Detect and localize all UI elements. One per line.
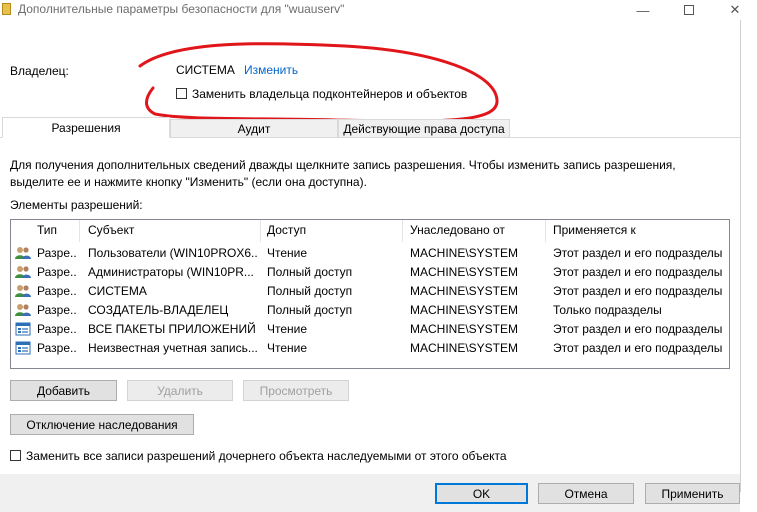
cell-subject: ВСЕ ПАКЕТЫ ПРИЛОЖЕНИЙ — [88, 322, 256, 336]
cell-applies: Этот раздел и его подразделы — [553, 265, 723, 279]
cell-applies: Только подразделы — [553, 303, 662, 317]
cell-applies: Этот раздел и его подразделы — [553, 341, 723, 355]
owner-value: СИСТЕМА — [176, 63, 235, 77]
cell-type: Разре... — [37, 265, 77, 279]
add-button[interactable]: Добавить — [10, 380, 117, 401]
column-header-inherited[interactable]: Унаследовано от — [410, 223, 505, 237]
cell-type: Разре... — [37, 341, 77, 355]
permission-entries-label: Элементы разрешений: — [10, 198, 143, 212]
table-row[interactable]: Разре... СОЗДАТЕЛЬ-ВЛАДЕЛЕЦ Полный доступ M… — [11, 301, 729, 320]
column-header-subject[interactable]: Субъект — [88, 223, 134, 237]
cell-inherited: MACHINE\SYSTEM — [410, 341, 519, 355]
minimize-button[interactable]: — — [620, 0, 666, 20]
cell-type: Разре... — [37, 246, 77, 260]
replace-owner-checkbox[interactable] — [176, 88, 187, 99]
cell-applies: Этот раздел и его подразделы — [553, 246, 723, 260]
cell-type: Разре... — [37, 284, 77, 298]
disable-inheritance-button[interactable]: Отключение наследования — [10, 414, 194, 435]
title-bar: Дополнительные параметры безопасности дл… — [0, 0, 757, 20]
cell-subject: Неизвестная учетная запись... — [88, 341, 258, 355]
replace-child-permissions-checkbox[interactable] — [10, 450, 21, 461]
cell-access: Чтение — [267, 246, 308, 260]
folder-icon — [2, 3, 11, 15]
cell-inherited: MACHINE\SYSTEM — [410, 246, 519, 260]
cell-inherited: MACHINE\SYSTEM — [410, 322, 519, 336]
cell-access: Чтение — [267, 322, 308, 336]
table-row[interactable]: Разре... Неизвестная учетная запись... Чте… — [11, 339, 729, 358]
tab-permissions[interactable]: Разрешения — [2, 117, 170, 138]
column-header-access[interactable]: Доступ — [267, 223, 306, 237]
column-separator[interactable] — [545, 220, 546, 242]
replace-owner-label[interactable]: Заменить владельца подконтейнеров и объе… — [192, 87, 467, 101]
column-separator[interactable] — [79, 220, 80, 242]
cell-access: Полный доступ — [267, 265, 353, 279]
table-row[interactable]: Разре... Администраторы (WIN10PR... Полный… — [11, 263, 729, 282]
app-package-icon — [15, 322, 31, 336]
cell-subject: Пользователи (WIN10PROX6... — [88, 246, 258, 260]
tab-audit[interactable]: Аудит — [170, 119, 338, 138]
maximize-icon — [684, 5, 694, 15]
cell-type: Разре... — [37, 322, 77, 336]
change-owner-link[interactable]: Изменить — [244, 63, 298, 77]
app-package-icon — [15, 341, 31, 355]
column-separator[interactable] — [260, 220, 261, 242]
view-button[interactable]: Просмотреть — [243, 380, 349, 401]
minimize-icon: — — [636, 2, 650, 18]
permission-entries-table[interactable]: Тип Субъект Доступ Унаследовано от Приме… — [10, 219, 730, 369]
replace-child-permissions-label[interactable]: Заменить все записи разрешений дочернего… — [26, 449, 507, 463]
column-header-applies[interactable]: Применяется к — [553, 223, 636, 237]
delete-button[interactable]: Удалить — [127, 380, 233, 401]
cancel-button[interactable]: Отмена — [538, 483, 634, 504]
table-row[interactable]: Разре... ВСЕ ПАКЕТЫ ПРИЛОЖЕНИЙ Чтение MACHI… — [11, 320, 729, 339]
cell-inherited: MACHINE\SYSTEM — [410, 284, 519, 298]
window-border — [740, 20, 741, 492]
window-title: Дополнительные параметры безопасности дл… — [18, 2, 345, 16]
cell-subject: СОЗДАТЕЛЬ-ВЛАДЕЛЕЦ — [88, 303, 229, 317]
users-icon — [15, 265, 31, 279]
apply-button[interactable]: Применить — [645, 483, 740, 504]
users-icon — [15, 303, 31, 317]
users-icon — [15, 246, 31, 260]
info-text: Для получения дополнительных сведений дв… — [10, 158, 676, 189]
cell-access: Чтение — [267, 341, 308, 355]
cell-subject: Администраторы (WIN10PR... — [88, 265, 254, 279]
column-separator[interactable] — [402, 220, 403, 242]
maximize-button[interactable] — [666, 0, 712, 20]
close-icon: ✕ — [729, 2, 741, 17]
cell-inherited: MACHINE\SYSTEM — [410, 303, 519, 317]
cell-inherited: MACHINE\SYSTEM — [410, 265, 519, 279]
owner-label: Владелец: — [10, 64, 69, 78]
table-header: Тип Субъект Доступ Унаследовано от Приме… — [11, 220, 729, 242]
close-button[interactable]: ✕ — [712, 0, 757, 20]
cell-subject: СИСТЕМА — [88, 284, 147, 298]
users-icon — [15, 284, 31, 298]
cell-access: Полный доступ — [267, 303, 353, 317]
cell-applies: Этот раздел и его подразделы — [553, 284, 723, 298]
table-row[interactable]: Разре... СИСТЕМА Полный доступ MACHINE\SYST… — [11, 282, 729, 301]
column-header-type[interactable]: Тип — [37, 223, 57, 237]
tab-effective-access[interactable]: Действующие права доступа — [338, 119, 510, 138]
ok-button[interactable]: OK — [435, 483, 528, 504]
cell-applies: Этот раздел и его подразделы — [553, 322, 723, 336]
table-row[interactable]: Разре... Пользователи (WIN10PROX6... Чтени… — [11, 244, 729, 263]
cell-access: Полный доступ — [267, 284, 353, 298]
cell-type: Разре... — [37, 303, 77, 317]
